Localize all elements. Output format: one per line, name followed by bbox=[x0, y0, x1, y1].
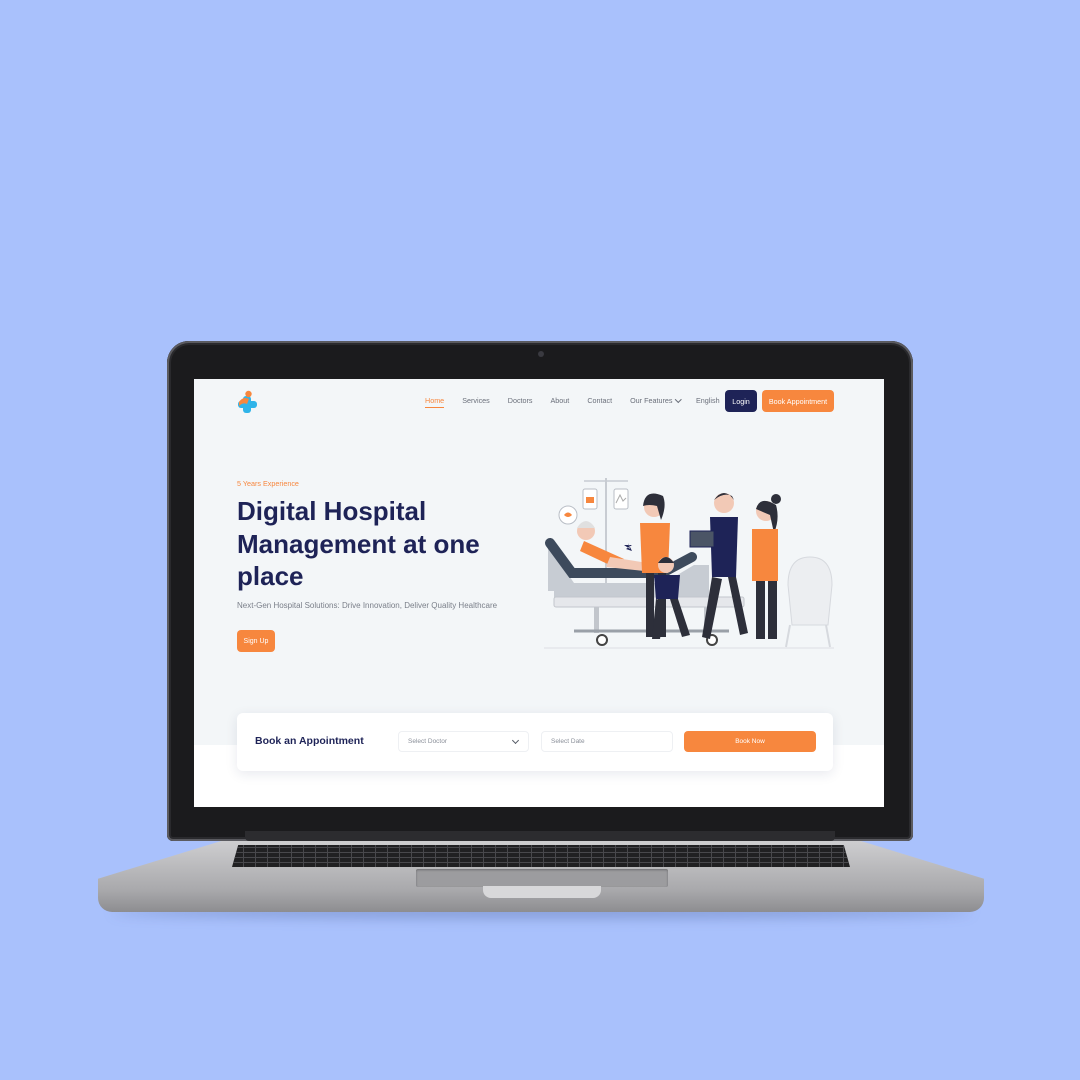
logo-icon[interactable] bbox=[237, 390, 259, 414]
chevron-down-icon bbox=[675, 395, 682, 402]
date-input[interactable]: Select Date bbox=[541, 731, 673, 752]
book-appointment-button[interactable]: Book Appointment bbox=[762, 390, 834, 412]
login-button[interactable]: Login bbox=[725, 390, 757, 412]
nav-services[interactable]: Services bbox=[462, 394, 490, 408]
appointment-card: Book an Appointment Select Doctor Select… bbox=[237, 713, 833, 771]
signup-button[interactable]: Sign Up bbox=[237, 630, 275, 652]
laptop-notch bbox=[483, 886, 601, 898]
laptop-keyboard bbox=[232, 845, 850, 867]
laptop-hinge bbox=[245, 831, 835, 841]
main-nav: Home Services Doctors About Contact Our … bbox=[425, 394, 699, 408]
chevron-down-icon bbox=[511, 736, 520, 745]
nav-our-features-label: Our Features bbox=[630, 396, 673, 405]
nav-about[interactable]: About bbox=[551, 394, 570, 408]
laptop-trackpad bbox=[416, 869, 668, 887]
laptop-base bbox=[98, 838, 984, 912]
webcam-icon bbox=[538, 351, 544, 357]
nav-home[interactable]: Home bbox=[425, 394, 445, 408]
doctor-select[interactable]: Select Doctor bbox=[398, 731, 529, 752]
nav-contact[interactable]: Contact bbox=[587, 394, 612, 408]
nav-doctors[interactable]: Doctors bbox=[508, 394, 533, 408]
hero-subtitle: Next-Gen Hospital Solutions: Drive Innov… bbox=[237, 601, 498, 610]
hero-title: Digital Hospital Management at one place bbox=[237, 496, 480, 591]
hospital-family-illustration bbox=[544, 478, 834, 649]
date-input-placeholder: Select Date bbox=[551, 738, 585, 745]
doctor-select-placeholder: Select Doctor bbox=[408, 738, 448, 745]
nav-our-features[interactable]: Our Features bbox=[630, 394, 682, 408]
experience-tagline: 5 Years Experience bbox=[237, 479, 299, 488]
website-screen: Home Services Doctors About Contact Our … bbox=[194, 379, 884, 807]
book-now-button[interactable]: Book Now bbox=[684, 731, 816, 752]
appointment-title: Book an Appointment bbox=[255, 735, 364, 747]
language-selector[interactable]: English bbox=[696, 394, 720, 408]
